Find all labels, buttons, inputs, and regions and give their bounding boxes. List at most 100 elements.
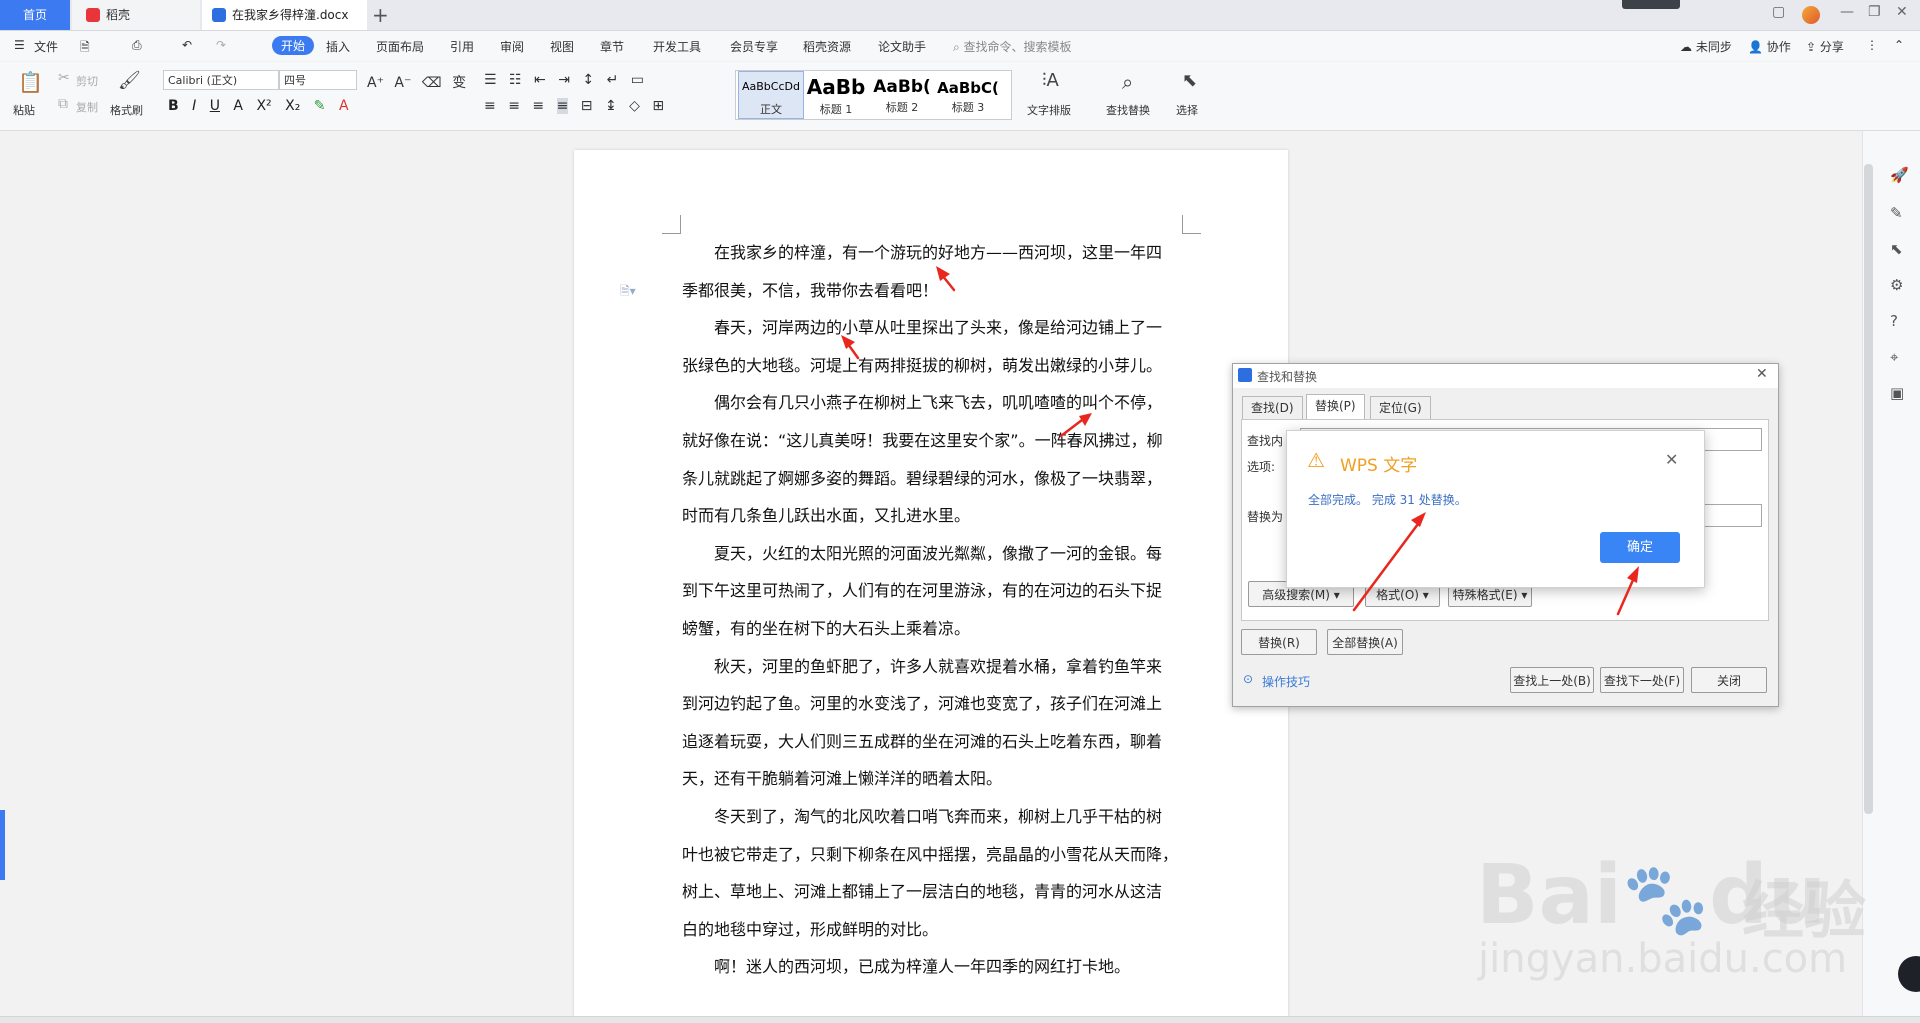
left-nav-handle[interactable] [0, 810, 5, 880]
command-search[interactable]: ⌕ 查找命令、搜索模板 [953, 38, 1072, 55]
menu-docer-resources[interactable]: 稻壳资源 [803, 38, 851, 55]
highlight-icon[interactable]: ✎ [314, 98, 326, 114]
tips-link[interactable]: 操作技巧 [1262, 673, 1310, 690]
collapse-ribbon-icon[interactable]: ⌃ [1894, 38, 1904, 52]
bullets-icon[interactable]: ☰ [484, 72, 497, 88]
new-tab-button[interactable]: + [372, 3, 389, 27]
more-icon[interactable]: ⋮ [1866, 38, 1878, 52]
tips-icon[interactable]: ⊙ [1243, 672, 1253, 686]
cut-icon[interactable]: ✂ [58, 70, 70, 86]
style-normal[interactable]: AaBbCcDd 正文 [738, 71, 804, 119]
text-layout-label[interactable]: 文字排版 [1027, 102, 1071, 118]
share-button[interactable]: ⇪ 分享 [1806, 38, 1844, 55]
font-color-icon[interactable]: A [339, 98, 349, 114]
tab-docer[interactable]: 稻壳 [72, 0, 200, 30]
vertical-scrollbar[interactable] [1864, 164, 1873, 814]
menu-member[interactable]: 会员专享 [730, 38, 778, 55]
document-line[interactable]: 在我家乡的梓潼，有一个游玩的好地方——西河坝，这里一年四 [682, 234, 1182, 272]
find-next-button[interactable]: 查找下一处(F) [1600, 667, 1684, 693]
save-icon[interactable]: 🗎 [80, 38, 90, 59]
menu-home[interactable]: 开始 [272, 36, 315, 55]
hamburger-icon[interactable]: ☰ [14, 38, 25, 52]
document-line[interactable]: 啊！迷人的西河坝，已成为梓潼人一年四季的网红打卡地。 [682, 948, 1182, 986]
copy-label[interactable]: 复制 [76, 99, 98, 115]
image-tool-icon[interactable]: ▣ [1890, 384, 1904, 402]
document-line[interactable]: 追逐着玩耍，大人们则三五成群的坐在河滩的石头上吃着东西，聊着 [682, 723, 1182, 761]
undo-icon[interactable]: ↶ [182, 38, 192, 52]
font-name-select[interactable]: Calibri (正文) [163, 70, 279, 90]
tab-replace[interactable]: 替换(P) [1306, 394, 1365, 420]
line-spacing-icon[interactable]: ↨ [605, 98, 617, 114]
rocket-icon[interactable]: 🚀 [1890, 166, 1909, 184]
minimize-icon[interactable]: — [1840, 4, 1854, 20]
table-icon[interactable]: ▭ [631, 72, 644, 88]
borders-icon[interactable]: ⊞ [652, 98, 664, 114]
find-replace-icon[interactable]: ⌕ [1122, 70, 1133, 94]
bold-icon[interactable]: B [168, 98, 179, 114]
menu-review[interactable]: 审阅 [500, 38, 524, 55]
menu-file[interactable]: 文件 [34, 38, 58, 55]
close-button[interactable]: 关闭 [1691, 667, 1767, 693]
document-line[interactable]: 就好像在说：“这儿真美呀！我要在这里安个家”。一阵春风拂过，柳 [682, 422, 1182, 460]
document-line[interactable]: 天，还有干脆躺着河滩上懒洋洋的晒着太阳。 [682, 760, 1182, 798]
document-line[interactable]: 张绿色的大地毯。河堤上有两排挺拔的柳树，萌发出嫩绿的小芽儿。 [682, 347, 1182, 385]
select-label[interactable]: 选择 [1176, 102, 1198, 118]
subscript-icon[interactable]: X₂ [285, 98, 300, 114]
document-line[interactable]: 到河边钓起了鱼。河里的水变浅了，河滩也变宽了，孩子们在河滩上 [682, 685, 1182, 723]
select-cursor-icon[interactable]: ⬉ [1182, 70, 1197, 91]
replace-all-button[interactable]: 全部替换(A) [1327, 629, 1403, 655]
tab-home[interactable]: 首页 [0, 0, 70, 30]
phonetic-icon[interactable]: 变 [452, 75, 466, 91]
close-window-icon[interactable]: ✕ [1896, 4, 1908, 20]
document-line[interactable]: 冬天到了，淘气的北风吹着口哨飞奔而来，柳树上几乎干枯的树 [682, 798, 1182, 836]
document-line[interactable]: 条儿就跳起了婀娜多姿的舞蹈。碧绿碧绿的河水，像极了一块翡翠， [682, 460, 1182, 498]
tab-goto[interactable]: 定位(G) [1370, 396, 1431, 419]
document-line[interactable]: 季都很美，不信，我带你去看看吧！ [682, 272, 1182, 310]
format-painter-label[interactable]: 格式刷 [110, 102, 143, 118]
grow-font-icon[interactable]: A⁺ [367, 75, 384, 91]
italic-icon[interactable]: I [192, 98, 196, 114]
distribute-icon[interactable]: ⊟ [581, 98, 593, 114]
document-line[interactable]: 偶尔会有几只小燕子在柳树上飞来飞去，叽叽喳喳的叫个不停， [682, 384, 1182, 422]
avatar[interactable] [1802, 6, 1820, 24]
menu-developer[interactable]: 开发工具 [653, 38, 701, 55]
menu-view[interactable]: 视图 [550, 38, 574, 55]
justify-icon[interactable]: ≡ [556, 98, 569, 114]
align-left-icon[interactable]: ≡ [484, 98, 496, 114]
menu-page-layout[interactable]: 页面布局 [376, 38, 424, 55]
document-line[interactable]: 夏天，火红的太阳光照的河面波光粼粼，像撒了一河的金银。每 [682, 535, 1182, 573]
document-line[interactable]: 白的地毯中穿过，形成鲜明的对比。 [682, 911, 1182, 949]
format-painter-icon[interactable]: 🖌 [118, 70, 141, 91]
paste-icon[interactable]: 📋 [18, 70, 43, 94]
message-close-icon[interactable]: ✕ [1665, 450, 1678, 469]
document-line[interactable]: 时而有几条鱼儿跃出水面，又扎进水里。 [682, 497, 1182, 535]
document-line[interactable]: 叶也被它带走了，只剩下柳条在风中摇摆，亮晶晶的小雪花从天而降， [682, 836, 1182, 874]
find-previous-button[interactable]: 查找上一处(B) [1510, 667, 1594, 693]
collab-button[interactable]: 👤 协作 [1748, 38, 1791, 55]
superscript-icon[interactable]: X² [256, 98, 271, 114]
help-icon[interactable]: ? [1890, 312, 1898, 330]
sort-icon[interactable]: ↕ [582, 72, 594, 88]
ok-button[interactable]: 确定 [1600, 532, 1680, 563]
tab-find[interactable]: 查找(D) [1242, 396, 1303, 419]
style-heading-1[interactable]: AaBb 标题 1 [804, 71, 868, 117]
clear-format-icon[interactable]: ⌫ [422, 75, 442, 91]
paragraph-mark-icon[interactable]: 🗎▾ [620, 282, 636, 303]
align-right-icon[interactable]: ≡ [532, 98, 544, 114]
document-line[interactable]: 螃蟹，有的坐在树下的大石头上乘着凉。 [682, 610, 1182, 648]
shading-icon[interactable]: ◇ [629, 98, 640, 114]
strikethrough-icon[interactable]: A [233, 98, 243, 114]
pen-icon[interactable]: ✎ [1890, 204, 1903, 222]
document-line[interactable]: 春天，河岸两边的小草从吐里探出了头来，像是给河边铺上了一 [682, 309, 1182, 347]
style-heading-2[interactable]: AaBb( 标题 2 [870, 71, 934, 117]
show-marks-icon[interactable]: ↵ [607, 72, 619, 88]
text-layout-icon[interactable]: ⫶A [1042, 70, 1059, 91]
cut-label[interactable]: 剪切 [76, 73, 98, 89]
copy-icon[interactable]: ⧉ [58, 96, 68, 112]
find-replace-label[interactable]: 查找替换 [1106, 102, 1150, 118]
adjust-icon[interactable]: ⚙ [1890, 276, 1903, 294]
menu-insert[interactable]: 插入 [326, 38, 350, 55]
document-line[interactable]: 秋天，河里的鱼虾肥了，许多人就喜欢提着水桶，拿着钓鱼竿来 [682, 648, 1182, 686]
sync-status[interactable]: ☁ 未同步 [1680, 38, 1732, 55]
shrink-font-icon[interactable]: A⁻ [394, 75, 411, 91]
